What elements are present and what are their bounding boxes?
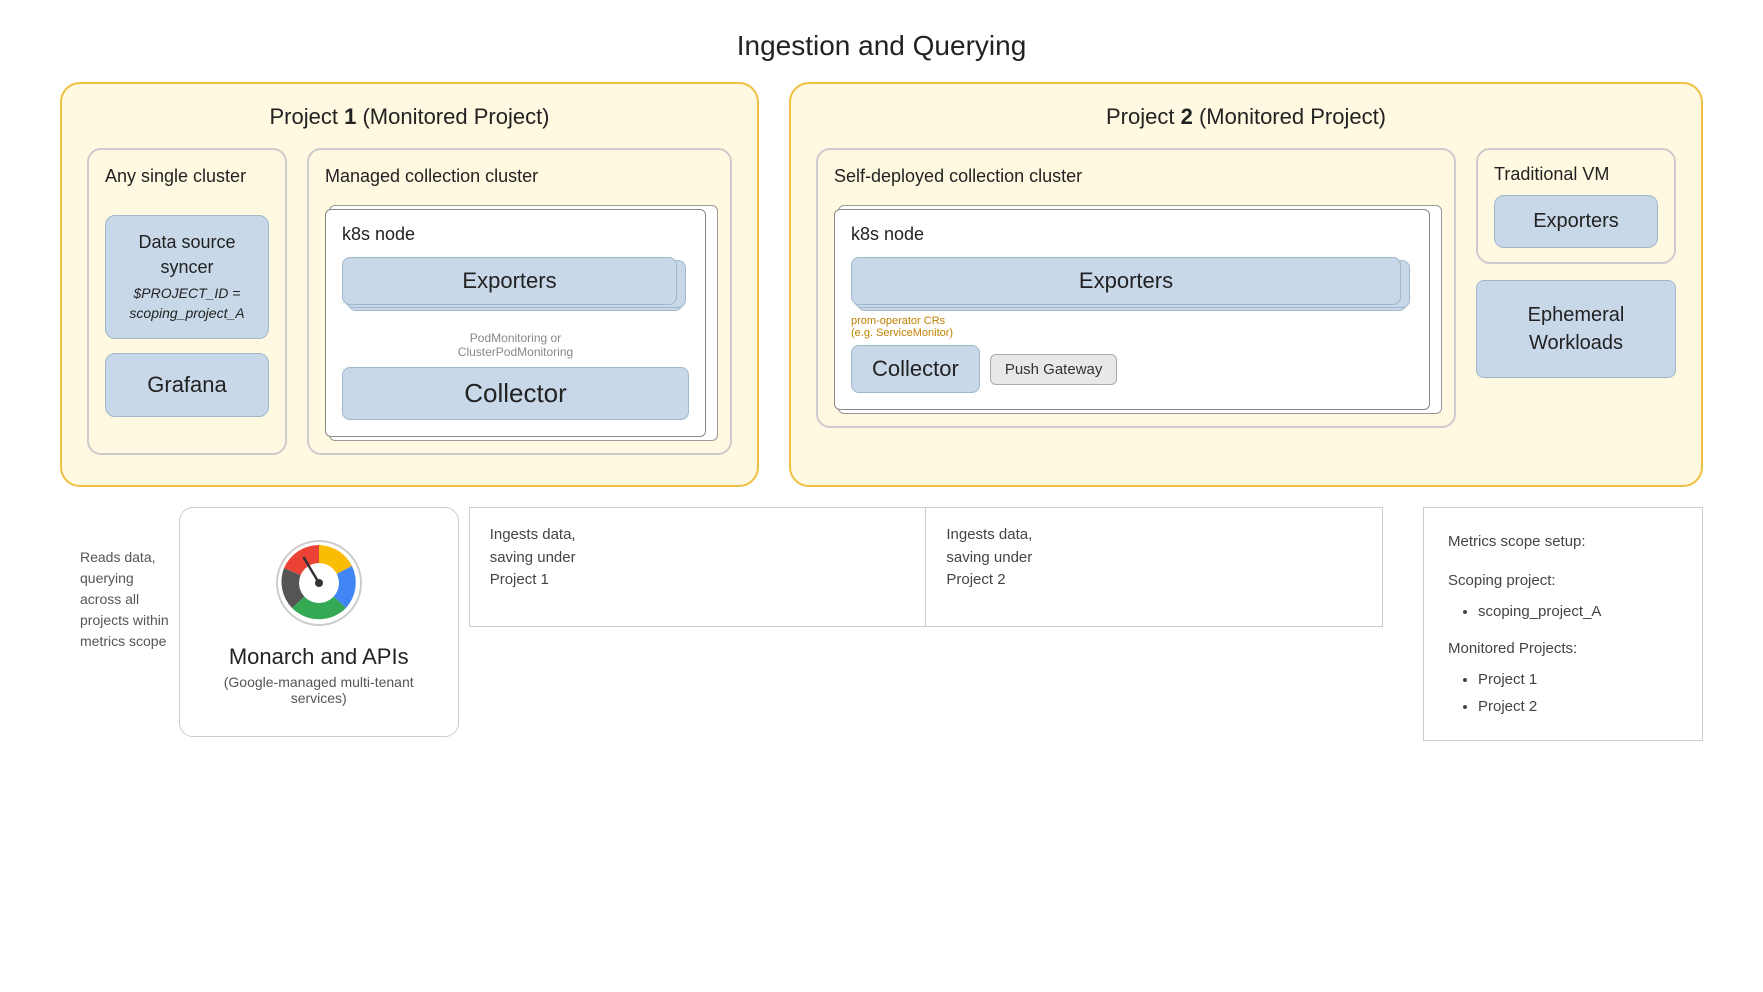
pod-monitoring-annotation: PodMonitoring or ClusterPodMonitoring [342, 317, 689, 359]
project1-label: Project 1 (Monitored Project) [87, 104, 732, 130]
self-deployed-cluster-label: Self-deployed collection cluster [834, 166, 1438, 187]
monitored-item-2: Project 2 [1478, 693, 1678, 720]
managed-cluster-box: Managed collection cluster k8s node [307, 148, 732, 455]
traditional-vm-label: Traditional VM [1494, 164, 1658, 185]
push-gateway-box: Push Gateway [990, 354, 1118, 385]
scoping-project-value: scoping_project_A [1478, 598, 1678, 625]
k8s-node-container: k8s node Exporters PodMonitoring or Clus… [325, 201, 714, 437]
ingest2-block: Ingests data, saving under Project 2 [925, 507, 1383, 627]
monarch-icon [274, 538, 364, 628]
collector-box: Collector [342, 367, 689, 420]
metrics-scope-title: Metrics scope setup: [1448, 528, 1678, 555]
k8s-main-card-p2: k8s node Exporters prom-operator CRs (e.… [834, 209, 1430, 410]
ingests-section: Ingests data, saving under Project 1 Ing… [469, 507, 1383, 627]
project1-box: Project 1 (Monitored Project) Any single… [60, 82, 759, 487]
ephemeral-box: Ephemeral Workloads [1476, 280, 1676, 378]
metrics-scope-box: Metrics scope setup: Scoping project: sc… [1423, 507, 1703, 741]
grafana-box: Grafana [105, 353, 269, 417]
k8s-node-label: k8s node [342, 224, 689, 245]
k8s-main-card: k8s node Exporters PodMonitoring or Clus… [325, 209, 706, 437]
collector-row: Collector Push Gateway [851, 345, 1413, 393]
scoping-project-label: Scoping project: [1448, 567, 1678, 594]
exporters-box: Exporters [342, 257, 677, 305]
bottom-row: Reads data, querying across all projects… [60, 507, 1703, 741]
monarch-sublabel: (Google-managed multi-tenant services) [220, 674, 418, 706]
monarch-label: Monarch and APIs [220, 644, 418, 670]
any-single-cluster-label: Any single cluster [105, 166, 269, 187]
right-column: Traditional VM Exporters Ephemeral Workl… [1476, 148, 1676, 428]
project2-box: Project 2 (Monitored Project) Self-deplo… [789, 82, 1703, 487]
any-single-cluster-box: Any single cluster Data source syncer $P… [87, 148, 287, 455]
exporters-box-p2: Exporters [851, 257, 1401, 305]
monitored-item-1: Project 1 [1478, 666, 1678, 693]
trad-exporters-box: Exporters [1494, 195, 1658, 248]
self-deployed-cluster-box: Self-deployed collection cluster k8s nod… [816, 148, 1456, 428]
traditional-vm-box: Traditional VM Exporters [1476, 148, 1676, 264]
ingest1-block: Ingests data, saving under Project 1 [469, 507, 926, 627]
monarch-box-wrapper: Monarch and APIs (Google-managed multi-t… [179, 507, 459, 737]
data-source-subtitle: $PROJECT_ID = scoping_project_A [124, 284, 250, 323]
reads-data-text: Reads data, querying across all projects… [80, 507, 169, 652]
monitored-label: Monitored Projects: [1448, 635, 1678, 662]
k8s-node-label-p2: k8s node [851, 224, 1413, 245]
data-source-box: Data source syncer $PROJECT_ID = scoping… [105, 215, 269, 339]
prom-operator-label: prom-operator CRs (e.g. ServiceMonitor) [851, 315, 1413, 339]
managed-cluster-label: Managed collection cluster [325, 166, 714, 187]
monarch-box: Monarch and APIs (Google-managed multi-t… [179, 507, 459, 737]
page-title: Ingestion and Querying [0, 0, 1763, 82]
collector-box-p2: Collector [851, 345, 980, 393]
project2-label: Project 2 (Monitored Project) [816, 104, 1676, 130]
